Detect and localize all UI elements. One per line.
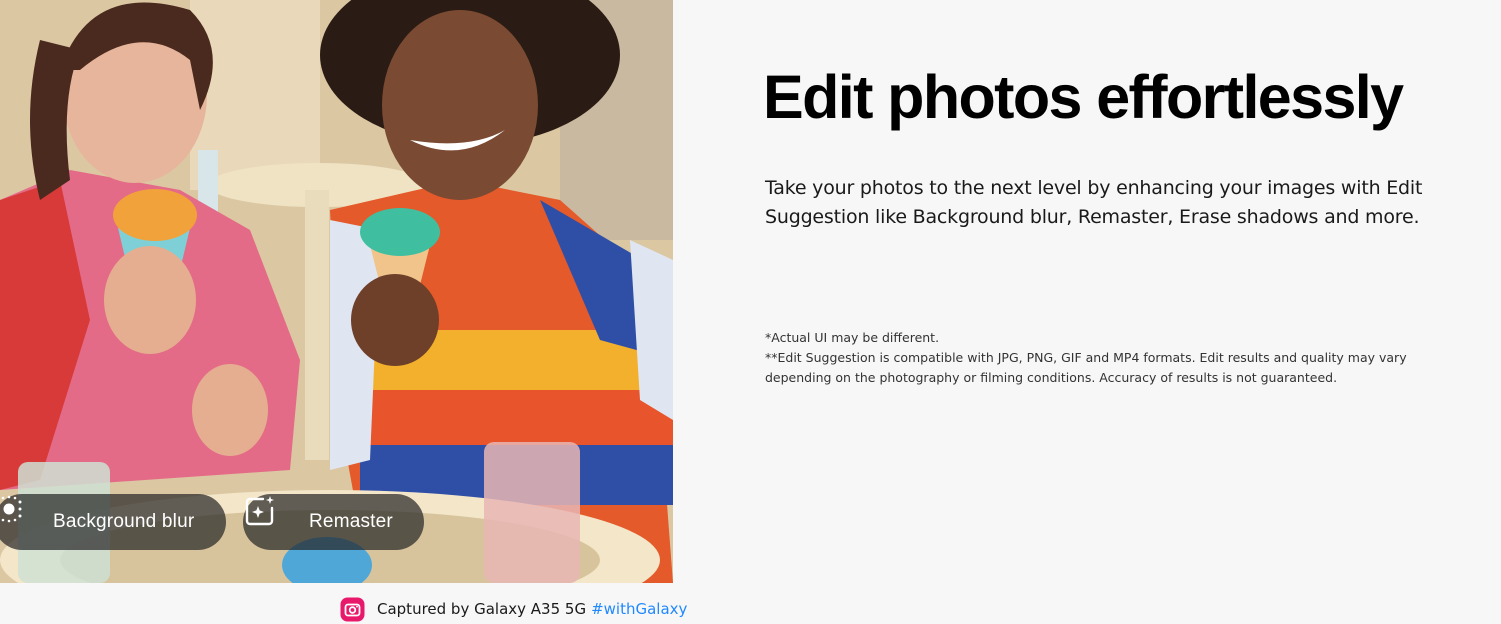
background-blur-chip[interactable]: Background blur (0, 494, 226, 550)
camera-app-icon (340, 597, 365, 622)
disclaimer-notes: *Actual UI may be different. **Edit Sugg… (765, 328, 1445, 388)
background-blur-icon (1, 495, 38, 539)
remaster-chip[interactable]: Remaster (243, 494, 424, 550)
feature-photo: Background blur Remaster (0, 0, 673, 583)
caption-text: Captured by Galaxy A35 5G (377, 600, 587, 618)
section-heading: Edit photos effortlessly (763, 63, 1404, 131)
disclaimer-ui-note: *Actual UI may be different. (765, 330, 940, 345)
background-blur-label: Background blur (53, 511, 195, 532)
remaster-label: Remaster (309, 511, 393, 532)
remaster-sparkle-icon (245, 496, 295, 539)
with-galaxy-hashtag-link[interactable]: #withGalaxy (591, 600, 687, 618)
disclaimer-compatibility-note: **Edit Suggestion is compatible with JPG… (765, 350, 1407, 385)
feature-section: Background blur Remaster Captured by Gal… (0, 0, 1501, 624)
photo-caption: Captured by Galaxy A35 5G #withGalaxy (340, 596, 687, 622)
section-description: Take your photos to the next level by en… (765, 177, 1423, 228)
